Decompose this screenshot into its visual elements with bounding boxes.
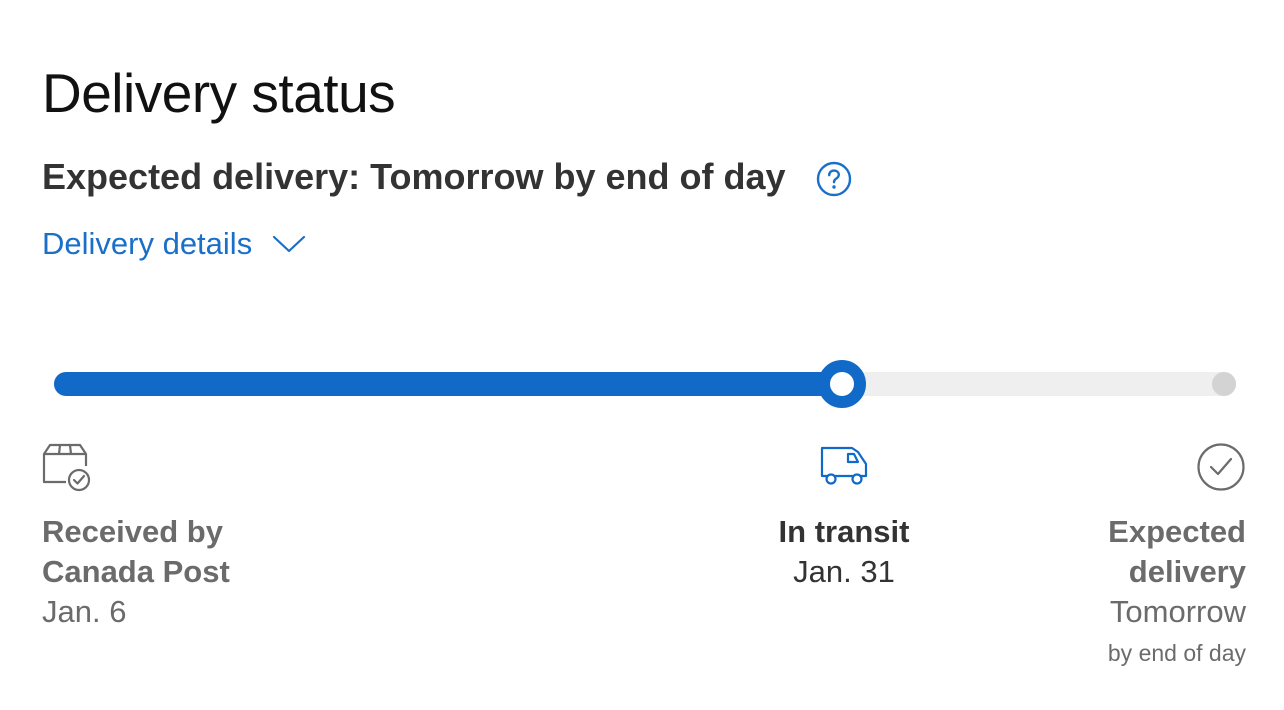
final-step-marker — [1212, 372, 1236, 396]
delivery-details-toggle[interactable]: Delivery details — [42, 226, 306, 262]
milestone-in-transit: In transit Jan. 31 — [744, 442, 944, 592]
page-title: Delivery status — [42, 61, 396, 124]
package-check-icon — [42, 442, 230, 492]
question-circle-icon[interactable] — [816, 161, 852, 197]
expected-delivery-row: Expected delivery: Tomorrow by end of da… — [42, 156, 852, 198]
milestone-received-title-line2: Canada Post — [42, 554, 230, 589]
delivery-progress-fill — [54, 372, 842, 396]
milestone-expected-date: Tomorrow — [1109, 594, 1246, 629]
milestone-in-transit-date: Jan. 31 — [793, 554, 895, 589]
milestone-expected-delivery: Expected delivery Tomorrow by end of day — [1108, 442, 1246, 674]
delivery-details-label: Delivery details — [42, 226, 253, 261]
milestone-expected-note: by end of day — [1107, 640, 1246, 666]
delivery-progress-track — [54, 360, 1236, 408]
current-step-marker — [818, 360, 866, 408]
milestone-expected-title-line1: Expected — [1108, 514, 1246, 549]
expected-delivery-text: Expected delivery: Tomorrow by end of da… — [42, 156, 786, 197]
milestone-received-date: Jan. 6 — [42, 594, 127, 629]
milestone-received-title-line1: Received by — [42, 514, 223, 549]
milestone-in-transit-title: In transit — [778, 514, 910, 549]
milestone-received: Received by Canada Post Jan. 6 — [42, 442, 230, 632]
check-circle-icon — [1196, 442, 1246, 494]
chevron-down-icon — [272, 234, 306, 254]
milestone-expected-title-line2: delivery — [1128, 554, 1246, 589]
delivery-truck-icon — [818, 442, 870, 494]
